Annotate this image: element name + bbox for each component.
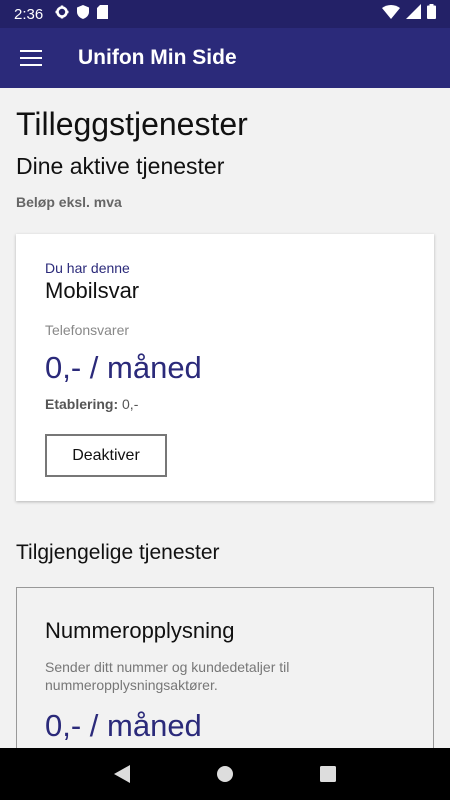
battery-icon bbox=[427, 4, 436, 24]
hamburger-menu-icon[interactable] bbox=[0, 28, 62, 88]
deactivate-button[interactable]: Deaktiver bbox=[45, 434, 167, 477]
shield-icon bbox=[77, 4, 90, 24]
recents-icon[interactable] bbox=[313, 759, 343, 789]
available-service-name: Nummeropplysning bbox=[45, 618, 235, 643]
vat-note: Beløp eksl. mva bbox=[16, 194, 122, 210]
available-services-title: Tilgjengelige tjenester bbox=[16, 541, 220, 564]
active-service-kicker: Du har denne bbox=[45, 260, 130, 276]
sd-card-icon bbox=[97, 4, 109, 24]
available-service-price: 0,- / måned bbox=[45, 708, 202, 743]
gear-icon bbox=[55, 5, 69, 24]
active-service-name: Mobilsvar bbox=[45, 278, 140, 303]
setup-label: Etablering: bbox=[45, 396, 119, 412]
available-service-description: Sender ditt nummer og kundedetaljer til … bbox=[45, 659, 290, 693]
wifi-icon bbox=[382, 4, 400, 24]
system-nav-bar bbox=[0, 748, 450, 800]
home-icon[interactable] bbox=[210, 759, 240, 789]
setup-value: 0,- bbox=[122, 396, 139, 412]
signal-icon bbox=[406, 4, 421, 24]
available-service-card[interactable]: Nummeropplysning Sender ditt nummer og k… bbox=[16, 587, 434, 748]
app-title: Unifon Min Side bbox=[78, 46, 237, 69]
active-service-card: Du har denne Mobilsvar Telefonsvarer 0,-… bbox=[16, 234, 434, 501]
page-title: Tilleggstjenester bbox=[16, 106, 248, 142]
back-icon[interactable] bbox=[107, 759, 137, 789]
status-bar: 2:36 bbox=[0, 0, 450, 28]
main-content[interactable]: Tilleggstjenester Dine aktive tjenester … bbox=[0, 88, 450, 748]
app-bar: Unifon Min Side bbox=[0, 28, 450, 88]
status-time: 2:36 bbox=[14, 5, 44, 23]
active-services-title: Dine aktive tjenester bbox=[16, 153, 225, 179]
active-service-setup: Etablering: 0,- bbox=[45, 396, 406, 412]
active-service-category: Telefonsvarer bbox=[45, 322, 130, 338]
active-service-price: 0,- / måned bbox=[45, 350, 202, 385]
